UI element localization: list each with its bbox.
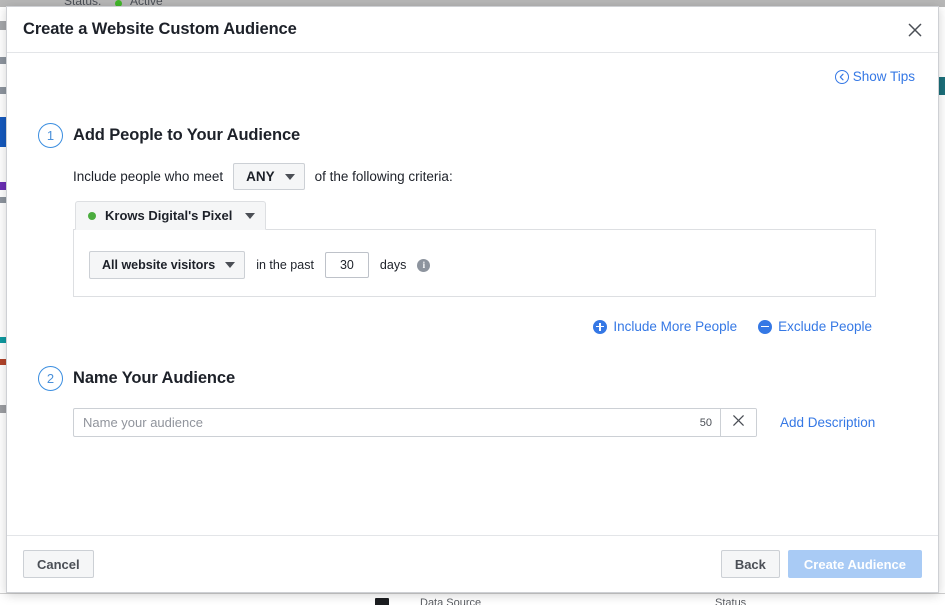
close-icon: [732, 414, 745, 432]
dialog-body: Show Tips 1 Add People to Your Audience …: [7, 53, 938, 535]
background-row-icon: [375, 598, 389, 605]
show-tips-label: Show Tips: [852, 69, 915, 84]
criteria-prefix-label: Include people who meet: [73, 169, 224, 184]
exclude-people-label: Exclude People: [778, 319, 872, 334]
step-1-title: Add People to Your Audience: [73, 126, 301, 144]
show-tips-button[interactable]: Show Tips: [834, 69, 915, 84]
plus-circle-icon: [593, 319, 608, 334]
chevron-left-circle-icon: [834, 69, 849, 84]
background-bottom-strip: Data Source Status: [0, 593, 945, 605]
create-audience-button[interactable]: Create Audience: [787, 550, 922, 578]
close-dialog-button[interactable]: [890, 7, 938, 52]
match-type-select[interactable]: ANY: [233, 163, 305, 190]
background-divider: [0, 593, 945, 594]
background-bottom-label-right: Status: [715, 597, 747, 605]
step-1-number: 1: [38, 123, 63, 148]
criteria-panel: All website visitors in the past days i: [73, 229, 876, 297]
audience-name-row: 50 Add Description: [73, 408, 875, 437]
audience-name-field: 50: [73, 408, 757, 437]
add-description-button[interactable]: Add Description: [780, 415, 875, 430]
dialog-header: Create a Website Custom Audience: [7, 7, 938, 53]
rail-chip: [939, 77, 945, 95]
character-counter: 50: [699, 416, 712, 429]
close-icon: [907, 22, 923, 38]
dialog-footer: Cancel Back Create Audience: [7, 535, 938, 592]
pixel-status-dot-icon: [88, 211, 96, 220]
background-right-rail: [939, 7, 945, 605]
step-2-header: 2 Name Your Audience: [38, 366, 235, 391]
criteria-suffix-label: of the following criteria:: [314, 169, 453, 184]
rule-days-label: days: [379, 258, 407, 272]
chevron-down-icon: [245, 212, 256, 219]
background-bottom-label-left: Data Source: [420, 597, 482, 605]
match-type-value: ANY: [246, 169, 275, 184]
footer-primary-actions: Back Create Audience: [720, 550, 922, 578]
step-2-title: Name Your Audience: [73, 369, 236, 387]
rule-event-value: All website visitors: [102, 258, 216, 272]
cancel-button[interactable]: Cancel: [23, 550, 94, 578]
include-more-people-button[interactable]: Include More People: [593, 319, 737, 334]
minus-circle-icon: [758, 319, 773, 334]
chevron-down-icon: [284, 173, 295, 180]
rule-event-select[interactable]: All website visitors: [89, 251, 246, 279]
step-2-number: 2: [38, 366, 63, 391]
criteria-match-row: Include people who meet ANY of the follo…: [73, 163, 453, 190]
clear-audience-name-button[interactable]: [720, 409, 756, 436]
pixel-source-select[interactable]: Krows Digital's Pixel: [75, 201, 267, 230]
chevron-down-icon: [225, 262, 236, 268]
criteria-rule-row: All website visitors in the past days i: [89, 251, 431, 279]
exclude-people-button[interactable]: Exclude People: [758, 319, 872, 334]
retention-days-input[interactable]: [324, 252, 369, 278]
step-1-header: 1 Add People to Your Audience: [38, 123, 300, 148]
pixel-name-label: Krows Digital's Pixel: [105, 208, 233, 223]
include-exclude-actions: Include More People Exclude People: [593, 319, 872, 334]
create-website-custom-audience-dialog: Create a Website Custom Audience Show Ti…: [6, 6, 939, 593]
rule-middle-label: in the past: [256, 258, 314, 272]
info-icon[interactable]: i: [417, 258, 431, 272]
audience-name-input[interactable]: [74, 409, 696, 436]
include-more-people-label: Include More People: [613, 319, 738, 334]
dialog-title: Create a Website Custom Audience: [23, 20, 297, 38]
back-button[interactable]: Back: [720, 550, 780, 578]
